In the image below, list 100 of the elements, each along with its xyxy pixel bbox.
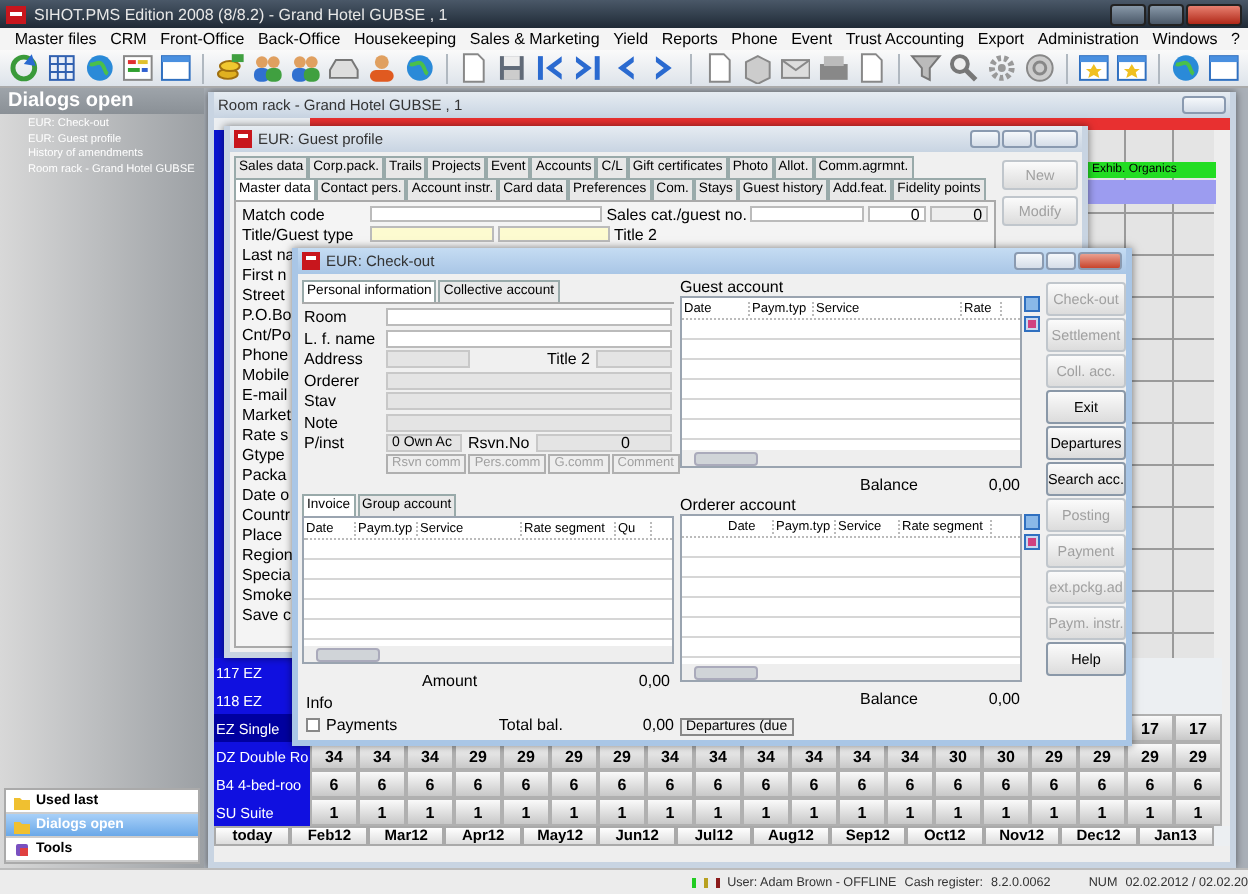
minimize-button[interactable] (1014, 252, 1044, 270)
menu-item[interactable]: Sales & Marketing (462, 30, 607, 48)
checkbox[interactable] (306, 718, 320, 732)
rack-cell: 6 (598, 770, 646, 798)
field-label: Gtype (242, 445, 285, 463)
field-label: Street (242, 285, 285, 303)
window-icon[interactable] (160, 52, 192, 84)
field-label: Title 2 (614, 225, 657, 243)
dropdown[interactable] (370, 226, 494, 242)
field-label: Title 2 (547, 350, 590, 369)
rack-cell: 1 (406, 798, 454, 826)
balance-label: Balance (860, 690, 918, 708)
rack-cell: 1 (550, 798, 598, 826)
rack-cell: 6 (694, 770, 742, 798)
field-label: Rsvn.No (468, 434, 530, 453)
menu-item[interactable]: Back-Office (251, 30, 348, 48)
globe-icon[interactable] (404, 52, 436, 84)
field-label: Packa (242, 465, 287, 483)
close-button[interactable] (1182, 96, 1226, 114)
globe-icon[interactable] (84, 52, 116, 84)
menu-item[interactable]: Master files (8, 30, 104, 48)
rack-cell: 1 (742, 798, 790, 826)
rack-cell: 1 (790, 798, 838, 826)
menu-item[interactable]: Administration (1030, 30, 1146, 48)
input-field[interactable] (386, 371, 672, 390)
minimize-button[interactable] (970, 130, 1000, 148)
menu-item[interactable]: Reports (654, 30, 725, 48)
people-icon[interactable] (290, 52, 322, 84)
minimize-button[interactable] (1110, 3, 1146, 25)
rack-cell: 1 (1078, 798, 1126, 826)
list-icon[interactable] (122, 52, 154, 84)
maximize-button[interactable] (1046, 252, 1076, 270)
field-label: Mobile (242, 365, 290, 383)
input-field[interactable] (370, 206, 603, 222)
field-label: Cnt/Po (242, 325, 291, 343)
rack-cell: 1 (838, 798, 886, 826)
menu-item[interactable]: Phone (724, 30, 785, 48)
person-icon[interactable] (366, 52, 398, 84)
grid-icon[interactable] (46, 52, 78, 84)
checkbox-label: Payments (326, 716, 398, 734)
rack-cell: 6 (790, 770, 838, 798)
app-logo-icon (6, 5, 26, 23)
menu-item[interactable]: Windows (1145, 30, 1225, 48)
menu-item[interactable]: Trust Accounting (838, 30, 972, 48)
menu-item[interactable]: Event (784, 30, 839, 48)
rack-cell: 6 (934, 770, 982, 798)
menu-item[interactable]: Housekeeping (347, 30, 463, 48)
input-field[interactable]: 0 (535, 434, 672, 453)
close-button[interactable] (1034, 130, 1078, 148)
close-button[interactable] (1186, 3, 1242, 25)
amount-value: 0,00 (638, 672, 670, 690)
input-field[interactable]: 0 (929, 206, 989, 222)
input-field[interactable] (386, 392, 672, 411)
menu-item[interactable]: Front-Office (153, 30, 252, 48)
cash-register-icon[interactable] (817, 52, 849, 84)
input-field[interactable] (386, 413, 672, 432)
globe-icon[interactable] (1170, 52, 1202, 84)
group-title: Orderer account (680, 496, 798, 514)
rack-cell: 6 (454, 770, 502, 798)
field-label: Countr (242, 505, 291, 523)
rack-cell: 6 (838, 770, 886, 798)
first-icon[interactable] (534, 52, 567, 84)
menu-item[interactable]: Export (971, 30, 1031, 48)
people-icon[interactable] (252, 52, 284, 84)
rack-cell: 6 (1078, 770, 1126, 798)
field-label: Sales cat./guest no. (606, 205, 747, 223)
input-field[interactable] (386, 308, 672, 327)
menu-item[interactable]: CRM (103, 30, 154, 48)
total-value: 0,00 (642, 716, 674, 734)
rack-cell: 6 (646, 770, 694, 798)
field-label: First n (242, 265, 287, 283)
maximize-button[interactable] (1148, 3, 1184, 25)
window-icon[interactable] (1208, 52, 1240, 84)
dropdown[interactable] (498, 226, 610, 242)
rack-cell: 6 (310, 770, 358, 798)
maximize-button[interactable] (1002, 130, 1032, 148)
refresh-icon[interactable] (8, 52, 40, 84)
rack-cell: 1 (598, 798, 646, 826)
menu-item[interactable]: ? (1224, 30, 1247, 48)
app-logo-icon (302, 252, 320, 270)
input-field[interactable] (386, 329, 672, 348)
field-label: Place (242, 525, 283, 543)
rack-cell: 1 (934, 798, 982, 826)
field-label: Match code (242, 205, 325, 223)
rack-cell: 6 (1030, 770, 1078, 798)
coins-icon[interactable] (214, 52, 246, 84)
rack-cell: 6 (550, 770, 598, 798)
amount-label: Amount (422, 672, 478, 690)
sidebar-header: Dialogs open (0, 88, 204, 114)
save-icon[interactable] (496, 52, 529, 84)
field-label: Note (304, 413, 340, 432)
dropdown[interactable] (750, 206, 864, 222)
menu-item[interactable]: Yield (606, 30, 655, 48)
gear-icon[interactable] (985, 52, 1017, 84)
field-label: Rate s (242, 425, 289, 443)
last-icon[interactable] (572, 52, 605, 84)
search-icon[interactable] (947, 52, 979, 84)
input-field[interactable]: 0 (867, 206, 926, 222)
rack-cell: 1 (310, 798, 358, 826)
rack-cell: 1 (646, 798, 694, 826)
